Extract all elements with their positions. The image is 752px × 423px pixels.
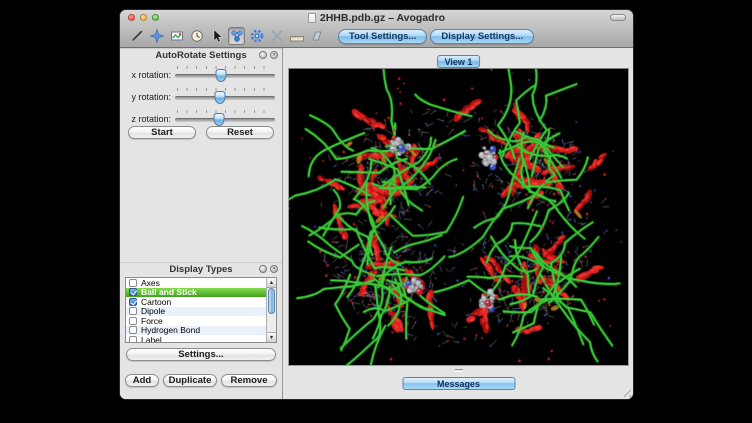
manipulate-tool-button[interactable]: [188, 27, 205, 45]
toolbar-toggle-button[interactable]: [610, 14, 626, 21]
display-types-panel-title: Display Types: [169, 264, 232, 275]
navigate-tool-button[interactable]: [148, 27, 165, 45]
panel-float-button[interactable]: [259, 265, 267, 273]
view-tab[interactable]: View 1: [437, 55, 481, 68]
manipulate-icon: [189, 28, 205, 44]
settings-button[interactable]: Settings...: [126, 348, 276, 361]
cursor-arrow-icon: [209, 28, 225, 44]
panel-close-button[interactable]: ✕: [270, 265, 278, 273]
gear-icon: [249, 28, 265, 44]
zoom-button[interactable]: [152, 14, 159, 21]
list-item-label[interactable]: Label: [126, 335, 276, 343]
bond-centric-icon: [169, 28, 185, 44]
selection-tool-button[interactable]: [208, 27, 225, 45]
auto-rotate-icon: [229, 28, 245, 44]
ball-and-stick-checkbox[interactable]: [129, 288, 137, 296]
y-rotation-label: y rotation:: [124, 92, 171, 105]
list-item-axes[interactable]: Axes: [126, 278, 276, 288]
z-matrix-tool-button[interactable]: [308, 27, 325, 45]
minimize-button[interactable]: [140, 14, 147, 21]
left-dock: AutoRotate Settings ✕ x rotation:: [120, 48, 283, 399]
splitter-handle[interactable]: [455, 369, 463, 372]
panel-close-button[interactable]: ✕: [270, 51, 278, 59]
start-button[interactable]: Start: [128, 126, 196, 139]
resize-grip[interactable]: [620, 386, 631, 397]
scrollbar-thumb[interactable]: [268, 288, 275, 314]
hydrogen-bond-checkbox[interactable]: [129, 326, 137, 334]
tool-settings-button[interactable]: Tool Settings...: [338, 29, 427, 44]
auto-optimize-tool-button[interactable]: [248, 27, 265, 45]
slider-track[interactable]: [175, 118, 275, 122]
ruler-icon: [289, 28, 305, 44]
gl-viewport[interactable]: [288, 68, 629, 366]
y-rotation-slider[interactable]: [175, 86, 275, 105]
navigate-star-icon: [149, 28, 165, 44]
pencil-icon: [129, 28, 145, 44]
add-button[interactable]: Add: [125, 374, 159, 387]
window-title: 2HHB.pdb.gz – Avogadro: [120, 10, 633, 25]
dipole-checkbox[interactable]: [129, 307, 137, 315]
label-checkbox[interactable]: [129, 336, 137, 343]
list-item-ball-and-stick[interactable]: Ball and Stick: [126, 288, 276, 298]
list-scrollbar[interactable]: ▲ ▼: [266, 278, 276, 342]
messages-button[interactable]: Messages: [402, 377, 515, 390]
close-button[interactable]: [128, 14, 135, 21]
autorotate-panel-title: AutoRotate Settings: [155, 50, 246, 61]
draw-tool-button[interactable]: [128, 27, 145, 45]
molecule-render[interactable]: [289, 69, 628, 365]
window-content: AutoRotate Settings ✕ x rotation:: [120, 48, 633, 399]
document-proxy-icon[interactable]: [308, 13, 316, 23]
main-area: View 1 Messages: [284, 48, 633, 399]
window-controls: [128, 14, 159, 21]
display-types-panel: Display Types ✕ Axes Ball: [120, 262, 282, 399]
window-title-text: 2HHB.pdb.gz – Avogadro: [320, 12, 445, 24]
remove-button[interactable]: Remove: [221, 374, 277, 387]
auto-rotate-tool-button[interactable]: [228, 27, 245, 45]
measure-x-icon: [269, 28, 285, 44]
z-rotation-slider[interactable]: [175, 108, 275, 127]
title-bar[interactable]: 2HHB.pdb.gz – Avogadro: [120, 10, 633, 25]
x-rotation-slider[interactable]: [175, 64, 275, 83]
list-item-dipole[interactable]: Dipole: [126, 307, 276, 317]
duplicate-button[interactable]: Duplicate: [163, 374, 217, 387]
tool-bar: Tool Settings... Display Settings...: [120, 25, 633, 47]
list-item-hydrogen-bond[interactable]: Hydrogen Bond: [126, 326, 276, 336]
measure-tool-button[interactable]: [268, 27, 285, 45]
list-item-force[interactable]: Force: [126, 316, 276, 326]
x-rotation-label: x rotation:: [124, 70, 171, 83]
window-chrome: 2HHB.pdb.gz – Avogadro: [120, 10, 633, 48]
autorotate-settings-panel: AutoRotate Settings ✕ x rotation:: [120, 48, 282, 152]
display-types-list: Axes Ball and Stick Cartoon Dipole: [125, 277, 277, 343]
x-rotation-slider-handle[interactable]: [216, 69, 227, 82]
display-settings-button[interactable]: Display Settings...: [430, 29, 534, 44]
y-rotation-slider-handle[interactable]: [215, 91, 226, 104]
list-item-cartoon[interactable]: Cartoon: [126, 297, 276, 307]
slider-ticks: [177, 110, 273, 113]
scroll-up-arrow-icon[interactable]: ▲: [267, 278, 276, 288]
z-rotation-slider-handle[interactable]: [214, 113, 225, 126]
avogadro-window: 2HHB.pdb.gz – Avogadro: [120, 10, 633, 399]
slider-ticks: [177, 88, 273, 91]
desktop: 2HHB.pdb.gz – Avogadro: [0, 0, 752, 423]
axes-checkbox[interactable]: [129, 279, 137, 287]
bond-centric-tool-button[interactable]: [168, 27, 185, 45]
scroll-down-arrow-icon[interactable]: ▼: [267, 332, 276, 342]
z-matrix-icon: [309, 28, 325, 44]
cartoon-checkbox[interactable]: [129, 298, 137, 306]
align-tool-button[interactable]: [288, 27, 305, 45]
panel-float-button[interactable]: [259, 51, 267, 59]
force-checkbox[interactable]: [129, 317, 137, 325]
reset-button[interactable]: Reset: [206, 126, 274, 139]
